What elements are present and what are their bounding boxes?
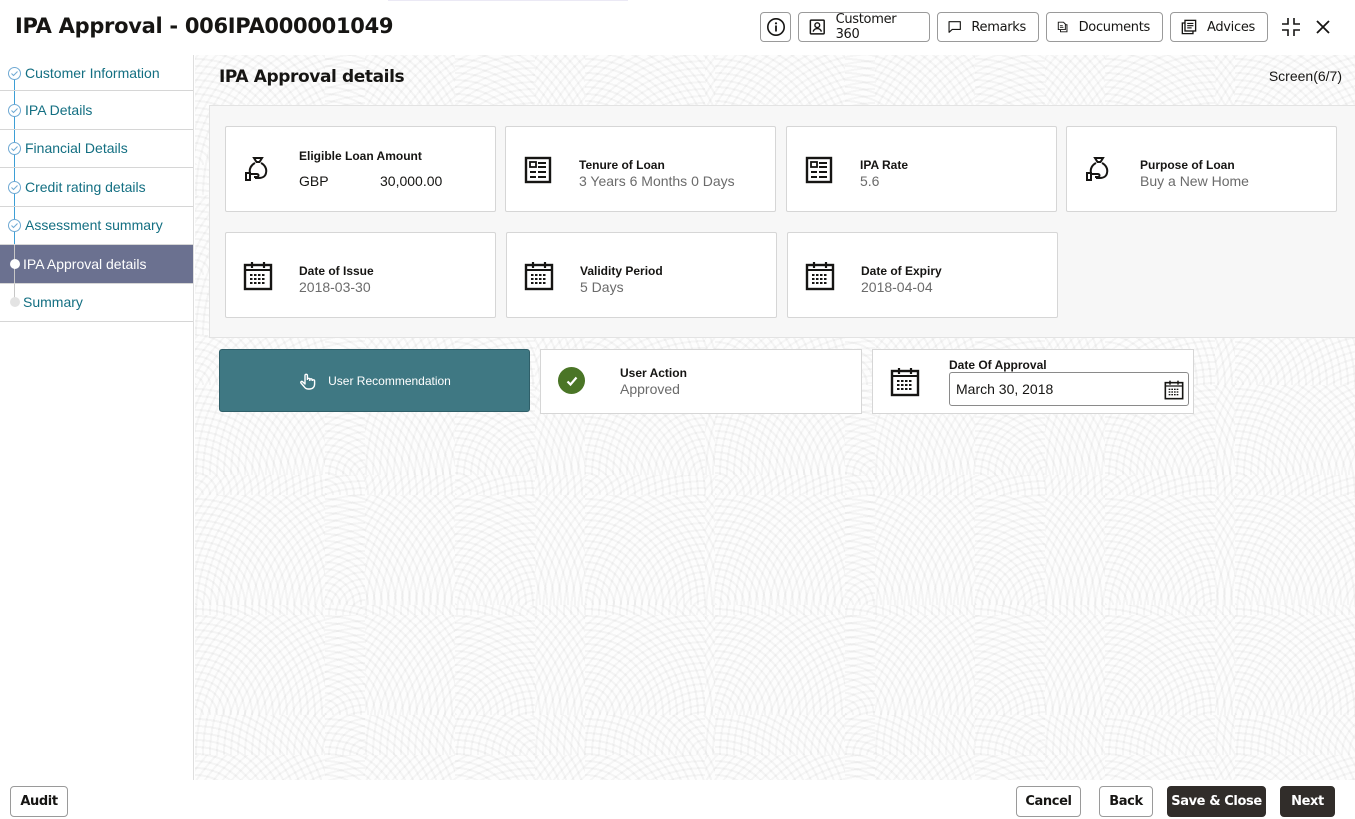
customer-profile-icon (809, 19, 825, 35)
eligible-loan-amount-label: Eligible Loan Amount (299, 149, 422, 163)
date-of-approval-value: March 30, 2018 (956, 381, 1054, 397)
info-button[interactable] (760, 12, 791, 42)
collapse-icon (1282, 18, 1300, 36)
advices-label: Advices (1206, 19, 1255, 35)
date-of-issue-value: 2018-03-30 (299, 279, 371, 295)
date-of-expiry-card: Date of Expiry 2018-04-04 (787, 232, 1058, 318)
user-action-card: User Action Approved (540, 349, 862, 414)
remarks-button[interactable]: Remarks (937, 12, 1039, 42)
ipa-rate-value: 5.6 (860, 173, 880, 189)
customer-360-button[interactable]: Customer 360 (798, 12, 930, 42)
purpose-of-loan-value: Buy a New Home (1140, 173, 1249, 189)
step-label: Credit rating details (25, 178, 146, 195)
date-of-expiry-value: 2018-04-04 (861, 279, 933, 295)
hand-pointer-icon (300, 373, 316, 390)
page-title: IPA Approval details (219, 67, 405, 87)
money-bag-hand-icon (242, 154, 274, 186)
sidebar-step-credit-rating-details[interactable]: Credit rating details (0, 168, 193, 207)
header: IPA Approval - 006IPA000001049 Customer … (0, 0, 1355, 55)
top-drag-handle (388, 0, 628, 1)
validity-period-card: Validity Period 5 Days (506, 232, 777, 318)
step-label: IPA Approval details (23, 255, 147, 272)
user-action-value: Approved (620, 381, 680, 397)
info-icon (766, 18, 785, 36)
ipa-summary-panel: Eligible Loan Amount GBP 30,000.00 Tenur… (209, 105, 1355, 338)
documents-button[interactable]: Documents (1046, 12, 1163, 42)
user-recommendation-label: User Recommendation (328, 373, 451, 388)
advices-button[interactable]: Advices (1170, 12, 1268, 42)
ipa-rate-label: IPA Rate (860, 158, 909, 172)
step-label: Assessment summary (25, 217, 163, 234)
pending-step-dot-icon (10, 297, 20, 308)
approved-check-icon (558, 367, 585, 394)
purpose-of-loan-card: Purpose of Loan Buy a New Home (1066, 126, 1337, 212)
sidebar-step-assessment-summary[interactable]: Assessment summary (0, 206, 193, 245)
date-of-approval-card: Date Of Approval March 30, 2018 (872, 349, 1194, 414)
loan-amount-value: 30,000.00 (380, 173, 443, 189)
document-list-icon (803, 154, 835, 186)
step-label: Summary (23, 294, 83, 311)
money-bag-hand-icon (1083, 154, 1115, 186)
validity-period-label: Validity Period (580, 264, 663, 278)
comment-icon (948, 21, 961, 33)
step-label: Customer Information (25, 64, 160, 81)
close-icon (1316, 20, 1330, 34)
documents-label: Documents (1078, 19, 1151, 35)
date-of-approval-label: Date Of Approval (949, 358, 1047, 372)
user-action-label: User Action (620, 366, 687, 380)
eligible-loan-amount-card: Eligible Loan Amount GBP 30,000.00 (225, 126, 496, 212)
window-title: IPA Approval - 006IPA000001049 (15, 14, 394, 38)
sidebar-step-financial-details[interactable]: Financial Details (0, 129, 193, 168)
cancel-button[interactable]: Cancel (1016, 786, 1081, 817)
back-button[interactable]: Back (1099, 786, 1153, 817)
minimize-button[interactable] (1280, 16, 1302, 38)
audit-button[interactable]: Audit (10, 786, 68, 817)
calendar-icon (242, 260, 274, 292)
next-button[interactable]: Next (1280, 786, 1335, 817)
ipa-rate-card: IPA Rate 5.6 (786, 126, 1057, 212)
check-circle-icon (8, 66, 21, 80)
check-circle-icon (8, 219, 21, 233)
footer: Audit Cancel Back Save & Close Next (0, 780, 1355, 819)
step-label: IPA Details (25, 101, 93, 118)
screen-counter: Screen(6/7) (1268, 68, 1342, 84)
check-circle-icon (8, 142, 21, 156)
user-recommendation-button[interactable]: User Recommendation (219, 349, 530, 412)
date-of-issue-card: Date of Issue 2018-03-30 (225, 232, 496, 318)
check-circle-icon (8, 180, 21, 194)
calendar-icon (523, 260, 555, 292)
check-circle-icon (8, 103, 21, 117)
document-list-icon (522, 154, 554, 186)
date-of-issue-label: Date of Issue (299, 264, 374, 278)
date-of-expiry-label: Date of Expiry (861, 264, 942, 278)
sidebar-step-ipa-details[interactable]: IPA Details (0, 91, 193, 130)
step-label: Financial Details (25, 140, 128, 157)
tenure-of-loan-label: Tenure of Loan (579, 158, 665, 172)
main-content: IPA Approval details Screen(6/7) Eligibl… (195, 55, 1355, 780)
calendar-icon (804, 260, 836, 292)
validity-period-value: 5 Days (580, 279, 624, 295)
sidebar-step-summary[interactable]: Summary (0, 283, 193, 322)
train-stop-sidebar: Customer Information IPA Details Financi… (0, 55, 194, 780)
date-picker-button[interactable] (1164, 380, 1184, 403)
calendar-icon (890, 367, 920, 402)
calendar-icon (1164, 380, 1184, 400)
save-and-close-button[interactable]: Save & Close (1167, 786, 1266, 817)
date-of-approval-input[interactable]: March 30, 2018 (949, 372, 1189, 406)
sidebar-step-customer-information[interactable]: Customer Information (0, 55, 193, 91)
advices-icon (1181, 19, 1197, 35)
close-button[interactable] (1312, 16, 1334, 38)
remarks-label: Remarks (971, 19, 1026, 35)
purpose-of-loan-label: Purpose of Loan (1140, 158, 1235, 172)
customer-360-label: Customer 360 (835, 12, 897, 42)
loan-currency: GBP (299, 173, 329, 189)
tenure-of-loan-value: 3 Years 6 Months 0 Days (579, 173, 735, 189)
current-step-dot-icon (10, 258, 20, 269)
sidebar-step-ipa-approval-details[interactable]: IPA Approval details (0, 245, 193, 284)
documents-icon (1057, 21, 1068, 33)
tenure-of-loan-card: Tenure of Loan 3 Years 6 Months 0 Days (505, 126, 776, 212)
